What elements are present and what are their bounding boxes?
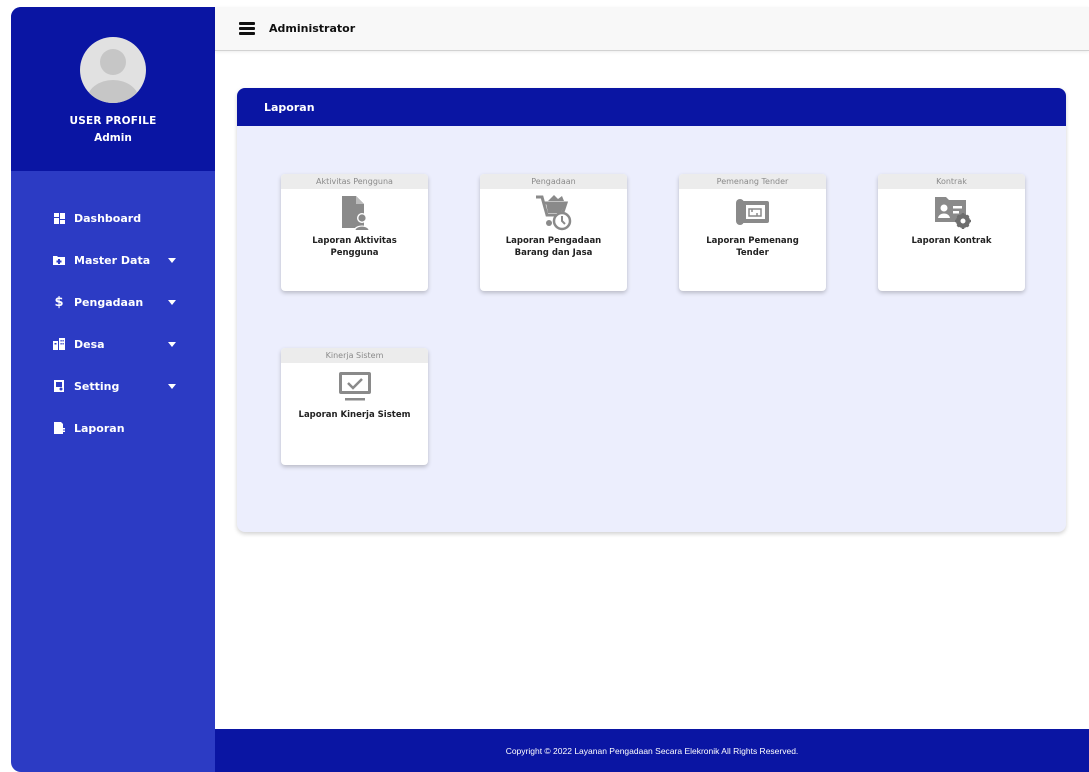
profile-name: Admin <box>94 132 132 144</box>
settings-file-icon <box>53 380 65 392</box>
dollar-icon: $ <box>54 294 64 310</box>
report-panel: Laporan Aktivitas Pengguna Laporan Aktiv… <box>237 88 1066 532</box>
avatar <box>80 37 146 103</box>
tile-label: Laporan Pemenang Tender <box>706 236 799 258</box>
top-bar: Administrator <box>215 7 1089 51</box>
city-icon <box>53 338 65 350</box>
hamburger-menu-icon[interactable] <box>239 22 255 35</box>
dashboard-icon <box>53 212 65 224</box>
sidebar-item-label: Master Data <box>74 253 151 267</box>
report-tile-aktivitas-pengguna[interactable]: Aktivitas Pengguna Laporan Aktivitas Pen… <box>281 174 428 291</box>
panel-title: Laporan <box>237 88 1066 126</box>
tile-category: Aktivitas Pengguna <box>281 174 428 189</box>
monitor-check-icon <box>281 363 428 409</box>
sidebar: USER PROFILE Admin Dashboard Master Data… <box>11 7 215 772</box>
chevron-down-icon <box>168 384 176 389</box>
sidebar-item-master-data[interactable]: Master Data <box>11 239 215 281</box>
sidebar-item-pengadaan[interactable]: $ Pengadaan <box>11 281 215 323</box>
cart-clock-icon <box>480 189 627 235</box>
tile-label: Laporan Kinerja Sistem <box>298 410 411 420</box>
blueprint-icon <box>679 189 826 235</box>
footer: Copyright © 2022 Layanan Pengadaan Secar… <box>215 729 1089 772</box>
report-icon <box>53 422 65 434</box>
contract-settings-icon <box>878 189 1025 235</box>
report-tile-pemenang-tender[interactable]: Pemenang Tender Laporan Pemenang Tender <box>679 174 826 291</box>
sidebar-item-laporan[interactable]: Laporan <box>11 407 215 449</box>
chevron-down-icon <box>168 258 176 263</box>
folder-plus-icon <box>53 254 65 266</box>
tile-category: Pemenang Tender <box>679 174 826 189</box>
tile-label: Laporan Kontrak <box>911 236 992 246</box>
sidebar-item-setting[interactable]: Setting <box>11 365 215 407</box>
profile-title: USER PROFILE <box>69 115 157 127</box>
sidebar-item-label: Setting <box>74 379 120 393</box>
sidebar-item-label: Pengadaan <box>74 295 144 309</box>
app-window: USER PROFILE Admin Dashboard Master Data… <box>0 0 1089 772</box>
tile-label: Laporan Aktivitas Pengguna <box>312 236 397 258</box>
chevron-down-icon <box>168 300 176 305</box>
user-document-icon <box>281 189 428 235</box>
sidebar-nav: Dashboard Master Data $ Pengadaan Desa S… <box>11 197 215 449</box>
report-tile-pengadaan[interactable]: Pengadaan Laporan Pengadaan Barang dan J… <box>480 174 627 291</box>
tile-label: Laporan Pengadaan Barang dan Jasa <box>505 236 602 258</box>
report-tile-kinerja-sistem[interactable]: Kinerja Sistem Laporan Kinerja Sistem <box>281 348 428 465</box>
tile-category: Kontrak <box>878 174 1025 189</box>
sidebar-item-label: Dashboard <box>74 211 142 225</box>
copyright-text: Copyright © 2022 Layanan Pengadaan Secar… <box>505 745 799 756</box>
report-tile-kontrak[interactable]: Kontrak Laporan Kontrak <box>878 174 1025 291</box>
page-title: Administrator <box>269 22 356 35</box>
chevron-down-icon <box>168 342 176 347</box>
sidebar-item-dashboard[interactable]: Dashboard <box>11 197 215 239</box>
sidebar-item-desa[interactable]: Desa <box>11 323 215 365</box>
tile-category: Kinerja Sistem <box>281 348 428 363</box>
sidebar-item-label: Desa <box>74 337 105 351</box>
user-profile: USER PROFILE Admin <box>11 7 215 171</box>
sidebar-item-label: Laporan <box>74 421 125 435</box>
tile-category: Pengadaan <box>480 174 627 189</box>
